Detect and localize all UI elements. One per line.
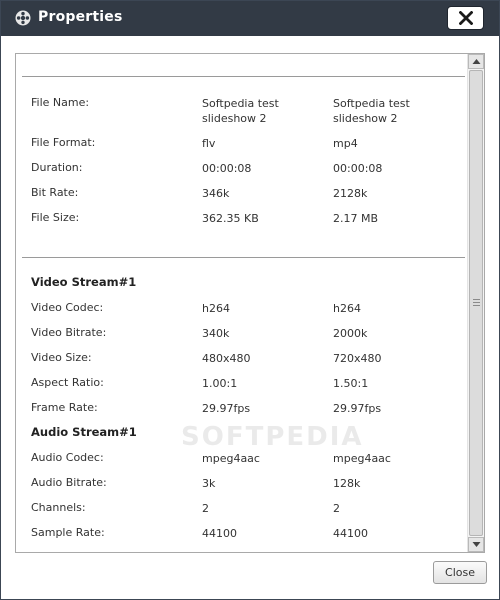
chevron-up-icon <box>472 59 481 64</box>
watermark: SOFTPEDIA <box>181 422 364 452</box>
audio-stream-header: Audio Stream#1 <box>31 425 137 439</box>
chevron-down-icon <box>472 542 481 547</box>
scroll-thumb[interactable] <box>469 70 483 536</box>
title-bar: Properties <box>1 1 499 36</box>
window-title: Properties <box>38 9 123 25</box>
file-name-value-1: Softpedia test slideshow 2 <box>202 97 279 125</box>
scroll-up-button[interactable] <box>468 54 484 69</box>
film-reel-icon <box>15 10 31 26</box>
close-window-button[interactable] <box>447 6 484 30</box>
close-button[interactable]: Close <box>433 561 487 584</box>
properties-panel: File Name: Softpedia test slideshow 2 So… <box>15 53 485 553</box>
file-name-value-2: Softpedia test slideshow 2 <box>333 97 410 125</box>
video-stream-header: Video Stream#1 <box>31 275 137 289</box>
close-icon <box>459 11 473 25</box>
divider <box>22 76 465 77</box>
divider <box>22 257 465 258</box>
properties-dialog: Properties File Name: Softpedia test sli… <box>0 0 500 600</box>
scroll-down-button[interactable] <box>468 537 484 552</box>
vertical-scrollbar[interactable] <box>467 54 484 552</box>
properties-content: File Name: Softpedia test slideshow 2 So… <box>16 54 466 552</box>
file-name-label: File Name: <box>31 96 90 109</box>
